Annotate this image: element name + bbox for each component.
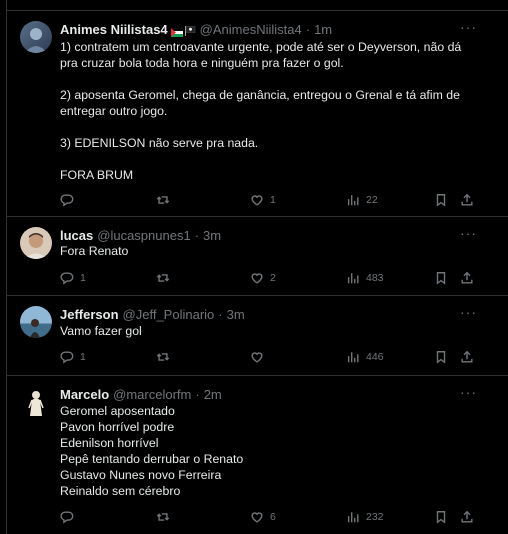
tweet-text: Fora Renato <box>60 244 129 258</box>
reply-icon <box>60 272 74 285</box>
retweet-button[interactable] <box>156 270 176 286</box>
avatar[interactable] <box>20 21 52 53</box>
share-icon <box>461 510 473 523</box>
tweet-text: Vamo fazer gol <box>60 324 142 338</box>
reply-count: 1 <box>80 351 86 363</box>
timestamp[interactable]: 3m <box>227 307 245 322</box>
timestamp[interactable]: 1m <box>314 22 332 37</box>
author-handle[interactable]: @marcelorfm <box>113 387 191 402</box>
timestamp[interactable]: 2m <box>204 387 222 402</box>
bookmark-button[interactable] <box>434 270 448 286</box>
like-count: 1 <box>270 194 276 206</box>
share-button[interactable] <box>460 192 474 208</box>
separator-dot: · <box>194 227 200 243</box>
like-count: 2 <box>270 272 276 284</box>
reply-button[interactable]: 1 <box>60 270 86 286</box>
tweet-actions: 6 232 <box>60 509 474 525</box>
bookmark-button[interactable] <box>434 509 448 525</box>
tweet-text: 1) contratem um centroavante urgente, po… <box>60 40 462 182</box>
retweet-icon <box>156 353 170 361</box>
reply-button[interactable]: 1 <box>60 349 86 365</box>
retweet-button[interactable] <box>156 192 176 208</box>
bookmark-button[interactable] <box>434 192 448 208</box>
palestine-flag-icon <box>170 25 183 37</box>
share-icon <box>461 193 473 206</box>
reply-icon <box>60 194 74 207</box>
author-handle[interactable]: @AnimesNiilista4 <box>200 22 302 37</box>
more-icon[interactable]: ··· <box>460 385 477 399</box>
tweet-actions: 1 22 <box>60 192 474 208</box>
author-handle[interactable]: @Jeff_Polinario <box>123 307 215 322</box>
share-button[interactable] <box>460 349 474 365</box>
bookmark-icon <box>436 272 446 285</box>
views-icon <box>347 195 359 206</box>
tweet-actions: 1 446 <box>60 349 474 365</box>
share-button[interactable] <box>460 509 474 525</box>
separator-dot: · <box>305 21 311 37</box>
author-name[interactable]: Jefferson <box>60 307 119 322</box>
bookmark-icon <box>436 351 446 364</box>
bookmark-icon <box>436 194 446 207</box>
like-button[interactable] <box>250 349 270 365</box>
avatar[interactable] <box>20 306 52 338</box>
like-icon <box>251 273 263 284</box>
like-count: 6 <box>270 511 276 523</box>
tweet[interactable]: Animes Niilistas4 @AnimesNiilista4 · 1m … <box>7 10 508 217</box>
share-button[interactable] <box>460 270 474 286</box>
reply-icon <box>60 351 74 364</box>
like-icon <box>251 195 263 206</box>
retweet-icon <box>156 196 170 204</box>
views-button[interactable]: 483 <box>346 270 384 286</box>
author-handle[interactable]: @lucaspnunes1 <box>97 228 190 243</box>
bookmark-button[interactable] <box>434 349 448 365</box>
retweet-button[interactable] <box>156 349 176 365</box>
reply-button[interactable] <box>60 509 80 525</box>
share-icon <box>461 350 473 363</box>
timeline-feed: Animes Niilistas4 @AnimesNiilista4 · 1m … <box>6 0 508 534</box>
retweet-icon <box>156 274 170 282</box>
separator-dot: · <box>218 306 223 322</box>
views-button[interactable]: 446 <box>346 349 384 365</box>
views-count: 22 <box>366 194 378 206</box>
like-icon <box>251 352 263 363</box>
views-count: 232 <box>366 511 384 523</box>
like-button[interactable]: 6 <box>250 509 276 525</box>
like-button[interactable]: 2 <box>250 270 276 286</box>
share-icon <box>461 271 473 284</box>
avatar[interactable] <box>20 386 52 418</box>
tweet[interactable]: Marcelo @marcelorfm · 2m ··· Geromel apo… <box>7 376 508 534</box>
views-icon <box>347 352 359 363</box>
reply-icon <box>60 511 74 524</box>
separator-dot: · <box>195 386 200 402</box>
views-icon <box>347 273 359 284</box>
tweet[interactable]: lucas @lucaspnunes1 · 3m ··· Fora Renato… <box>7 217 508 296</box>
views-button[interactable]: 22 <box>346 192 378 208</box>
author-name[interactable]: Marcelo <box>60 387 109 402</box>
tweet-actions: 1 2 483 <box>60 270 474 286</box>
tweet[interactable]: Jefferson @Jeff_Polinario · 3m ··· Vamo … <box>7 296 508 376</box>
views-count: 483 <box>366 272 384 284</box>
timestamp[interactable]: 3m <box>203 228 221 243</box>
author-name[interactable]: Animes Niilistas4 <box>60 22 168 37</box>
views-button[interactable]: 232 <box>346 509 384 525</box>
retweet-icon <box>156 513 170 521</box>
more-icon[interactable]: ··· <box>460 226 477 240</box>
views-count: 446 <box>366 351 384 363</box>
more-icon[interactable]: ··· <box>460 305 477 319</box>
reply-count: 1 <box>80 272 86 284</box>
retweet-button[interactable] <box>156 509 176 525</box>
views-icon <box>347 512 359 523</box>
like-button[interactable]: 1 <box>250 192 276 208</box>
reply-button[interactable] <box>60 192 80 208</box>
tweet-text: Geromel aposentado Pavon horrível podre … <box>60 404 244 498</box>
avatar[interactable] <box>20 227 52 259</box>
bookmark-icon <box>436 511 446 524</box>
more-icon[interactable]: ··· <box>460 20 477 34</box>
author-name[interactable]: lucas <box>60 228 93 243</box>
like-icon <box>251 512 263 523</box>
pirate-flag-icon <box>184 24 196 36</box>
